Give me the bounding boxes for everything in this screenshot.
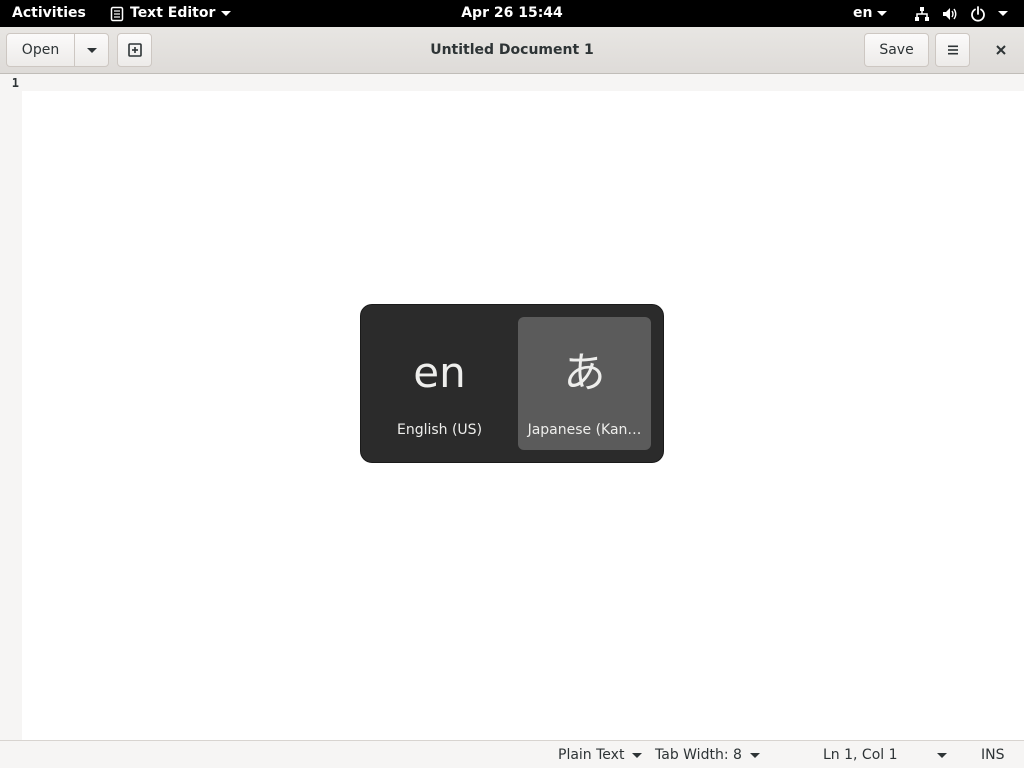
system-menu[interactable] bbox=[914, 0, 1008, 27]
overwrite-mode-indicator: INS bbox=[981, 746, 1005, 763]
clock[interactable]: Apr 26 15:44 bbox=[461, 5, 563, 21]
chevron-down-icon bbox=[632, 752, 643, 758]
save-button[interactable]: Save bbox=[864, 33, 929, 67]
input-source-switcher: en English (US) あ Japanese (Kan… bbox=[360, 304, 664, 463]
document-title: Untitled Document 1 bbox=[430, 42, 594, 58]
input-source-glyph: あ bbox=[563, 348, 606, 397]
new-tab-icon bbox=[127, 43, 142, 57]
input-source-label: English (US) bbox=[396, 422, 483, 438]
chevron-down-icon bbox=[998, 11, 1008, 16]
text-editor-icon bbox=[110, 6, 124, 21]
input-source-japanese[interactable]: あ Japanese (Kan… bbox=[518, 317, 651, 450]
power-icon bbox=[971, 5, 985, 22]
main-menu-button[interactable] bbox=[935, 33, 970, 67]
open-button[interactable]: Open bbox=[6, 33, 75, 67]
input-source-indicator[interactable]: en bbox=[853, 0, 888, 27]
line-number: 1 bbox=[11, 76, 19, 90]
new-document-button[interactable] bbox=[117, 33, 152, 67]
status-bar: Plain Text Tab Width: 8 Ln 1, Col 1 INS bbox=[0, 740, 1024, 768]
top-bar: Activities Text Editor Apr 26 15:44 en bbox=[0, 0, 1024, 27]
input-source-label: en bbox=[853, 5, 873, 21]
close-icon bbox=[995, 45, 1006, 55]
volume-icon bbox=[943, 7, 957, 20]
activities-button[interactable]: Activities bbox=[12, 0, 86, 27]
hamburger-menu-icon bbox=[947, 45, 958, 55]
input-source-glyph: en bbox=[413, 348, 466, 397]
network-wired-icon bbox=[915, 6, 929, 21]
app-name: Text Editor bbox=[130, 5, 216, 21]
open-recent-menu-button[interactable] bbox=[74, 33, 109, 67]
highlight-mode-label: Plain Text bbox=[558, 746, 625, 763]
cursor-position[interactable]: Ln 1, Col 1 bbox=[823, 741, 898, 768]
line-number-gutter: 1 bbox=[0, 74, 22, 740]
highlight-mode-selector[interactable]: Plain Text bbox=[558, 741, 643, 768]
go-to-line-menu[interactable] bbox=[937, 741, 947, 768]
chevron-down-icon bbox=[86, 47, 97, 53]
chevron-down-icon bbox=[877, 11, 888, 16]
tab-width-label: Tab Width: 8 bbox=[655, 746, 742, 763]
current-line-highlight bbox=[22, 74, 1024, 91]
close-window-button[interactable] bbox=[983, 33, 1018, 67]
tab-width-selector[interactable]: Tab Width: 8 bbox=[655, 741, 760, 768]
app-menu[interactable]: Text Editor bbox=[110, 0, 232, 27]
input-source-english[interactable]: en English (US) bbox=[373, 317, 506, 450]
chevron-down-icon bbox=[221, 11, 232, 16]
header-bar: Untitled Document 1 Open Save bbox=[0, 27, 1024, 74]
chevron-down-icon bbox=[749, 752, 760, 758]
chevron-down-icon bbox=[937, 752, 947, 758]
input-source-label: Japanese (Kan… bbox=[527, 422, 642, 438]
